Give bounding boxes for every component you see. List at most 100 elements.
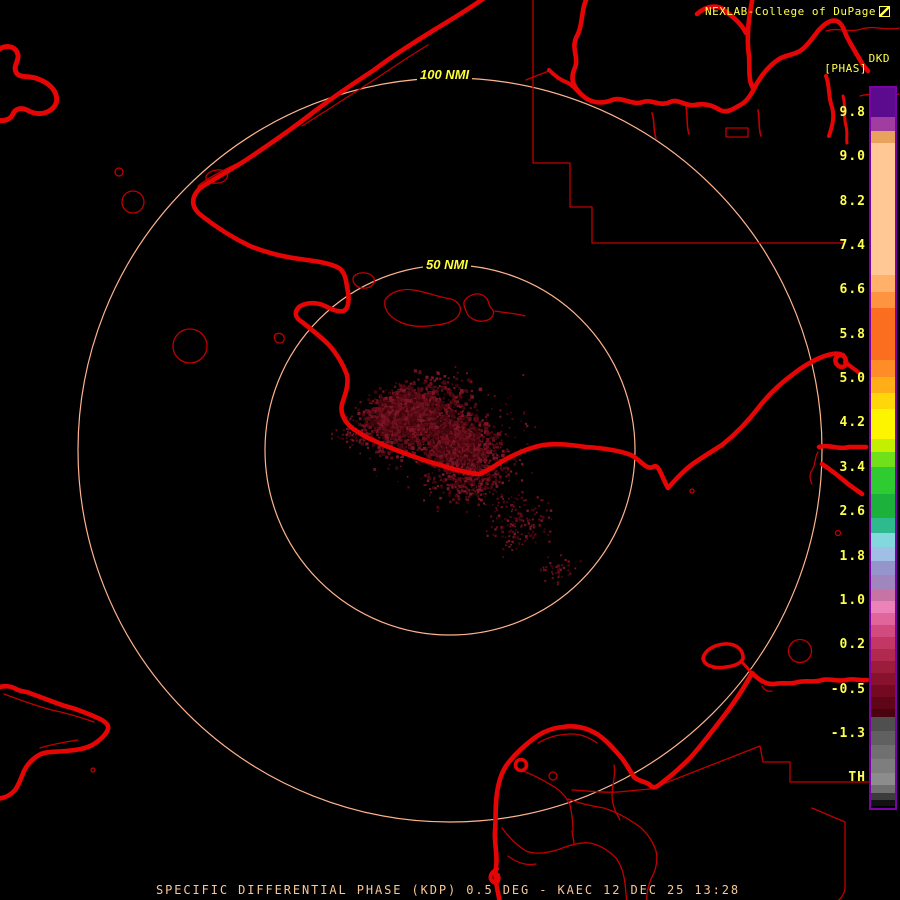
scale-label: 8.2 (839, 193, 866, 209)
product-units-label: [PHAS] (824, 62, 867, 75)
colorbar-segment (871, 589, 895, 601)
scale-label: -0.5 (830, 681, 866, 697)
map-line (39, 739, 79, 749)
map-line (519, 769, 574, 832)
colorbar-segment (871, 467, 895, 494)
colorbar-segment (871, 773, 895, 785)
product-code-label: DKD (868, 52, 890, 65)
colorbar-segment (871, 673, 895, 685)
map-island-circle (172, 328, 208, 364)
brand-text: NEXLAB-College of DuPage (705, 5, 876, 18)
colorbar-segment (871, 143, 895, 275)
map-line (740, 660, 752, 673)
colorbar-segment (871, 561, 895, 575)
scale-label: 1.0 (839, 592, 866, 608)
map-island-circle (834, 529, 842, 537)
colorbar-segment (871, 745, 895, 759)
map-line (494, 310, 526, 317)
colorbar-segment (871, 308, 895, 360)
map-line (761, 685, 773, 692)
cod-logo-icon (879, 6, 890, 17)
map-island-circle (689, 488, 695, 494)
colorbar-segment (871, 393, 895, 409)
map-line (507, 855, 537, 866)
map-island-circle (114, 167, 124, 177)
scale-label: 1.8 (839, 548, 866, 564)
map-island-circle (513, 757, 529, 773)
map-line (571, 830, 575, 844)
scale-label: 5.0 (839, 371, 866, 387)
colorbar-segment (871, 793, 895, 800)
colorbar-segment (871, 377, 895, 393)
map-line (701, 642, 745, 670)
colorbar-segment (871, 709, 895, 717)
colorbar-segment (871, 360, 895, 377)
colorbar-segment (871, 601, 895, 613)
colorbar-segment (871, 731, 895, 745)
map-line (651, 112, 657, 139)
colorbar-segment (871, 637, 895, 649)
map-line (757, 109, 762, 137)
colorbar-segment (871, 275, 895, 292)
colorbar-segment (871, 575, 895, 589)
range-ring-label-50nmi: 50 NMI (423, 257, 471, 272)
colorbar-segment (871, 533, 895, 547)
map-line (532, 0, 846, 244)
radar-echo-layer (330, 366, 582, 586)
radar-map-canvas (0, 0, 900, 900)
map-island-circle (548, 771, 558, 781)
colorbar-segment (871, 452, 895, 467)
product-title-footer: SPECIFIC DIFFERENTIAL PHASE (KDP) 0.5 DE… (156, 883, 740, 897)
colorbar-segment (871, 439, 895, 452)
scale-label: 7.4 (839, 238, 866, 254)
map-line (816, 443, 869, 451)
colorbar-segment (871, 661, 895, 673)
map-line (547, 68, 584, 97)
scale-label: 3.4 (839, 459, 866, 475)
map-line (811, 807, 846, 900)
map-line (492, 670, 870, 900)
map-line (384, 288, 462, 327)
colorbar-segment (871, 717, 895, 731)
colorbar-segment (871, 547, 895, 561)
colorbar-segment (871, 800, 895, 806)
colorbar-segment (871, 685, 895, 697)
colorbar-segment (871, 292, 895, 308)
colorbar-segment (871, 494, 895, 518)
map-line (685, 106, 690, 135)
map-island-circle (90, 767, 96, 773)
color-scale-bar (869, 86, 897, 810)
scale-label: 4.2 (839, 415, 866, 431)
radar-display: 100 NMI 50 NMI NEXLAB-College of DuPage … (0, 0, 900, 900)
colorbar-segment (871, 785, 895, 793)
map-line (537, 733, 598, 744)
map-line (463, 293, 495, 322)
scale-label: 9.8 (839, 105, 866, 120)
scale-label: -1.3 (830, 725, 866, 741)
map-line (525, 70, 550, 81)
colorbar-segment (871, 759, 895, 773)
brand-header: NEXLAB-College of DuPage (705, 5, 890, 18)
colorbar-segment (871, 131, 895, 143)
map-line (0, 44, 60, 124)
colorbar-segment (871, 117, 895, 131)
colorbar-segment (871, 518, 895, 533)
map-line (825, 26, 900, 32)
colorbar-segment (871, 649, 895, 661)
map-line (725, 127, 749, 138)
scale-label: 6.6 (839, 282, 866, 298)
range-ring-label-100nmi: 100 NMI (417, 67, 473, 82)
scale-label: TH (848, 770, 866, 786)
scale-label: 5.8 (839, 326, 866, 342)
scale-label: 0.2 (839, 637, 866, 653)
map-line (0, 683, 111, 801)
scale-label: 2.6 (839, 504, 866, 520)
colorbar-segment (871, 697, 895, 709)
colorbar-segment (871, 625, 895, 637)
scale-label: 9.0 (839, 149, 866, 165)
colorbar-segment (871, 613, 895, 625)
colorbar-segment (871, 409, 895, 439)
map-island-circle (121, 190, 145, 214)
colorbar-segment (871, 88, 895, 117)
map-line (273, 332, 285, 344)
